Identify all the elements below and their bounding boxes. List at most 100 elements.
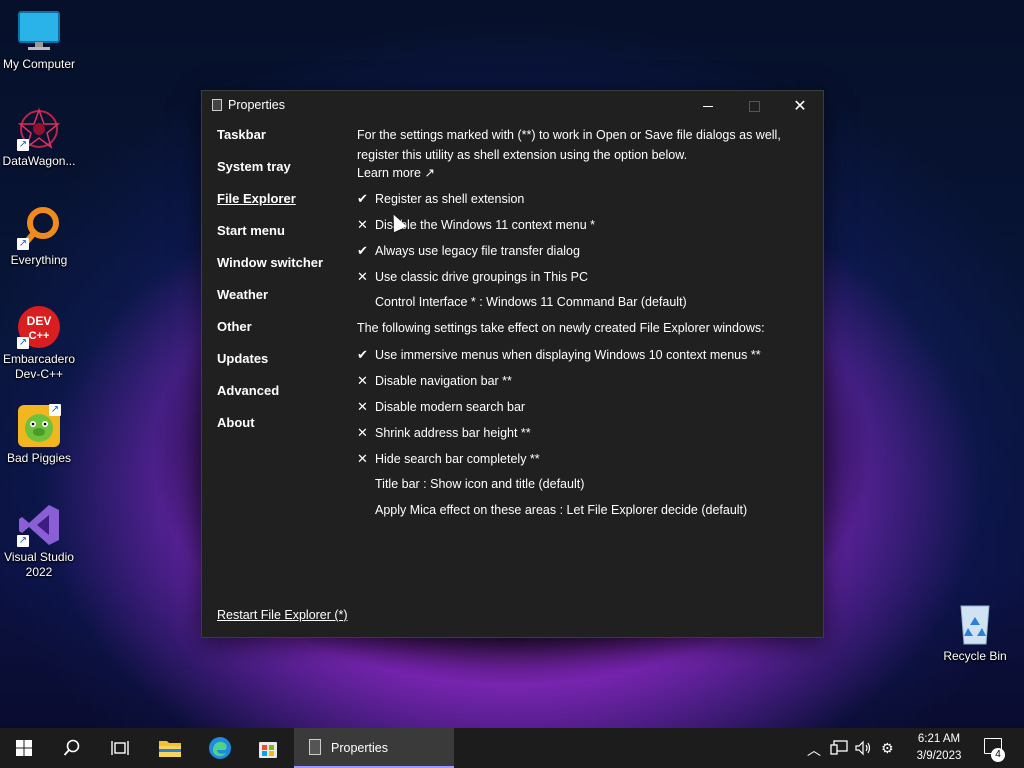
cross-icon: ✕ bbox=[357, 269, 368, 284]
task-view-button[interactable] bbox=[96, 728, 144, 768]
option-shrink-address-bar[interactable]: ✕ Shrink address bar height ** bbox=[357, 425, 531, 441]
desktop-icon-label: Bad Piggies bbox=[6, 451, 72, 465]
cross-icon: ✕ bbox=[357, 373, 368, 388]
speaker-icon bbox=[855, 740, 871, 756]
option-disable-modern-search-bar[interactable]: ✕ Disable modern search bar bbox=[357, 399, 525, 415]
option-label: Title bar : Show icon and title (default… bbox=[375, 477, 585, 491]
nav-start-menu[interactable]: Start menu bbox=[217, 223, 285, 238]
option-disable-navigation-bar[interactable]: ✕ Disable navigation bar ** bbox=[357, 373, 512, 389]
clock-time: 6:21 AM bbox=[917, 733, 961, 745]
option-register-shell-extension[interactable]: ✔ Register as shell extension bbox=[357, 191, 524, 207]
store-taskbar-button[interactable] bbox=[244, 728, 292, 768]
app-icon bbox=[212, 99, 222, 111]
nav-file-explorer[interactable]: File Explorer bbox=[217, 191, 296, 206]
shortcut-arrow-icon: ↗ bbox=[17, 238, 29, 250]
desktop-icon-label: Everything bbox=[10, 253, 68, 267]
edge-icon bbox=[209, 737, 231, 759]
network-icon bbox=[830, 740, 848, 755]
svg-text:C++: C++ bbox=[29, 330, 50, 342]
devcpp-icon: DEV C++ ↗ bbox=[17, 305, 61, 349]
desktop-icon-bad-piggies[interactable]: ↗ Bad Piggies bbox=[0, 404, 78, 466]
datawagon-icon: ↗ bbox=[17, 107, 61, 151]
desktop-icon-label: Visual Studio 2022 bbox=[4, 550, 74, 579]
option-label: Disable navigation bar ** bbox=[375, 374, 512, 388]
desktop-icon-visual-studio[interactable]: ↗ Visual Studio 2022 bbox=[0, 503, 78, 580]
shortcut-arrow-icon: ↗ bbox=[17, 139, 29, 151]
minimize-button[interactable] bbox=[685, 91, 731, 121]
desktop-icon-everything[interactable]: ↗ Everything bbox=[0, 206, 78, 268]
clock-date: 3/9/2023 bbox=[916, 750, 962, 762]
option-classic-drive-groupings[interactable]: ✕ Use classic drive groupings in This PC bbox=[357, 269, 588, 285]
cross-icon: ✕ bbox=[357, 217, 368, 232]
window-title: Properties bbox=[228, 98, 285, 112]
check-icon: ✔ bbox=[357, 243, 368, 258]
title-bar[interactable]: Properties ✕ bbox=[202, 91, 823, 121]
close-icon: ✕ bbox=[793, 98, 807, 115]
close-button[interactable]: ✕ bbox=[777, 91, 823, 121]
option-legacy-file-transfer[interactable]: ✔ Always use legacy file transfer dialog bbox=[357, 243, 580, 259]
shortcut-arrow-icon: ↗ bbox=[17, 535, 29, 547]
nav-taskbar[interactable]: Taskbar bbox=[217, 127, 266, 142]
desktop-icon-label: DataWagon... bbox=[2, 154, 76, 168]
option-hide-search-bar[interactable]: ✕ Hide search bar completely ** bbox=[357, 451, 540, 467]
windows-logo-icon bbox=[16, 740, 32, 756]
option-mica-effect[interactable]: Apply Mica effect on these areas : Let F… bbox=[357, 503, 747, 517]
minimize-icon bbox=[703, 105, 713, 107]
nav-updates[interactable]: Updates bbox=[217, 351, 268, 366]
option-label: Disable modern search bar bbox=[375, 400, 526, 414]
taskbar-app-label: Properties bbox=[331, 741, 388, 755]
network-button[interactable] bbox=[830, 740, 848, 759]
show-hidden-icons-button[interactable]: ︿ bbox=[807, 740, 821, 760]
volume-button[interactable] bbox=[854, 740, 872, 759]
monitor-icon bbox=[17, 10, 61, 54]
desktop-icon-my-computer[interactable]: My Computer bbox=[0, 10, 78, 72]
settings-button[interactable]: ⚙ bbox=[881, 740, 894, 757]
option-label: Hide search bar completely ** bbox=[375, 452, 540, 466]
nav-about[interactable]: About bbox=[217, 415, 255, 430]
desktop-icon-devcpp[interactable]: DEV C++ ↗ Embarcadero Dev-C++ bbox=[0, 305, 78, 382]
taskbar: Properties ︿ ⚙ 6:21 AM 3/9/2023 4 bbox=[0, 728, 1024, 768]
store-icon bbox=[259, 742, 277, 758]
option-label: Always use legacy file transfer dialog bbox=[375, 244, 580, 258]
folder-icon bbox=[159, 741, 181, 757]
maximize-button[interactable] bbox=[731, 91, 777, 121]
option-title-bar[interactable]: Title bar : Show icon and title (default… bbox=[357, 477, 584, 491]
clock[interactable]: 6:21 AM 3/9/2023 bbox=[912, 731, 966, 765]
desktop-icon-label: Embarcadero Dev-C++ bbox=[2, 352, 76, 381]
shortcut-arrow-icon: ↗ bbox=[17, 337, 29, 349]
option-immersive-menus[interactable]: ✔ Use immersive menus when displaying Win… bbox=[357, 347, 761, 363]
nav-window-switcher[interactable]: Window switcher bbox=[217, 255, 323, 270]
search-icon bbox=[63, 739, 80, 756]
desktop-icon-recycle-bin[interactable]: Recycle Bin bbox=[936, 602, 1014, 664]
nav-advanced[interactable]: Advanced bbox=[217, 383, 279, 398]
start-button[interactable] bbox=[0, 728, 48, 768]
restart-explorer-link[interactable]: Restart File Explorer (*) bbox=[217, 608, 348, 622]
nav-system-tray[interactable]: System tray bbox=[217, 159, 291, 174]
file-explorer-taskbar-button[interactable] bbox=[146, 728, 194, 768]
edge-taskbar-button[interactable] bbox=[196, 728, 244, 768]
notification-count-badge: 4 bbox=[991, 748, 1005, 762]
visual-studio-icon: ↗ bbox=[17, 503, 61, 547]
search-button[interactable] bbox=[48, 728, 96, 768]
gear-icon: ⚙ bbox=[881, 740, 894, 756]
option-control-interface[interactable]: Control Interface * : Windows 11 Command… bbox=[357, 295, 687, 309]
nav-other[interactable]: Other bbox=[217, 319, 252, 334]
recycle-bin-icon bbox=[953, 602, 997, 646]
option-label: Control Interface * : Windows 11 Command… bbox=[375, 295, 687, 309]
check-icon: ✔ bbox=[357, 347, 368, 362]
task-view-icon bbox=[111, 741, 129, 755]
shortcut-arrow-icon: ↗ bbox=[49, 404, 61, 416]
desktop-icon-datawagon[interactable]: ↗ DataWagon... bbox=[0, 107, 78, 169]
intro-text: For the settings marked with (**) to wor… bbox=[357, 128, 781, 162]
maximize-icon bbox=[748, 100, 760, 112]
nav-weather[interactable]: Weather bbox=[217, 287, 268, 302]
desktop-icon-label: My Computer bbox=[2, 57, 76, 71]
svg-text:DEV: DEV bbox=[27, 314, 52, 328]
cross-icon: ✕ bbox=[357, 451, 368, 466]
properties-app-icon bbox=[309, 739, 321, 755]
section-note-text: The following settings take effect on ne… bbox=[357, 321, 765, 335]
option-label: Apply Mica effect on these areas : Let F… bbox=[375, 503, 748, 517]
learn-more-link[interactable]: Learn more ↗ bbox=[357, 165, 435, 180]
check-icon: ✔ bbox=[357, 191, 368, 206]
option-label: Register as shell extension bbox=[375, 192, 525, 206]
